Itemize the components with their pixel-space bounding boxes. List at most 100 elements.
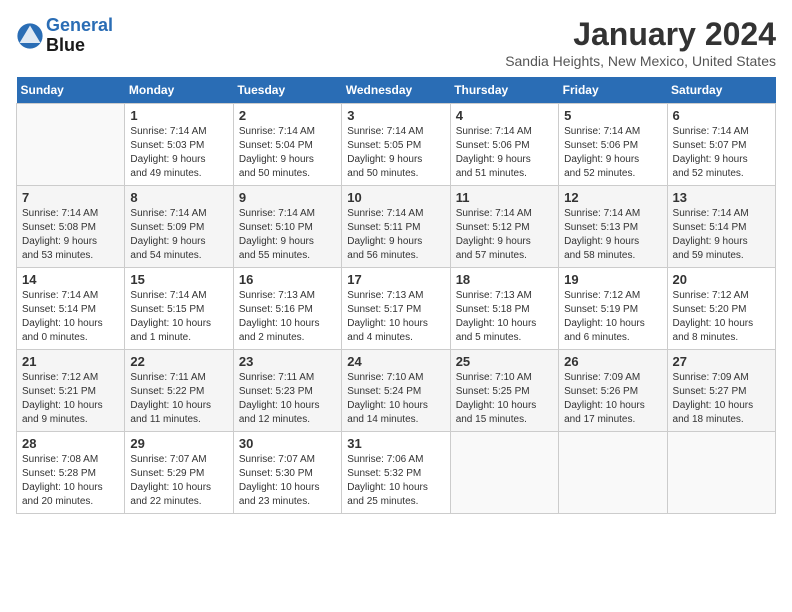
calendar-cell: 5 Sunrise: 7:14 AMSunset: 5:06 PMDaylight… — [559, 104, 667, 186]
day-info: Sunrise: 7:07 AMSunset: 5:29 PMDaylight:… — [130, 453, 227, 509]
day-number: 10 — [347, 190, 444, 205]
calendar-cell: 18 Sunrise: 7:13 AMSunset: 5:18 PMDayligh… — [450, 268, 558, 350]
day-number: 12 — [564, 190, 661, 205]
day-number: 6 — [673, 108, 770, 123]
calendar-cell: 25Sunrise: 7:10 AMSunset: 5:25 PMDayligh… — [450, 350, 558, 432]
calendar-cell: 30Sunrise: 7:07 AMSunset: 5:30 PMDayligh… — [233, 432, 341, 514]
day-number: 27 — [673, 354, 770, 369]
weekday-header: Sunday — [17, 77, 125, 104]
day-number: 22 — [130, 354, 227, 369]
day-number: 29 — [130, 436, 227, 451]
day-number: 8 — [130, 190, 227, 205]
day-number: 20 — [673, 272, 770, 287]
day-number: 13 — [673, 190, 770, 205]
calendar-cell: 27 Sunrise: 7:09 AMSunset: 5:27 PMDayligh… — [667, 350, 775, 432]
calendar-cell: 13 Sunrise: 7:14 AMSunset: 5:14 PMDayligh… — [667, 186, 775, 268]
calendar-cell: 10Sunrise: 7:14 AMSunset: 5:11 PMDayligh… — [342, 186, 450, 268]
calendar-week-row: 7 Sunrise: 7:14 AMSunset: 5:08 PMDaylight… — [17, 186, 776, 268]
day-info: Sunrise: 7:06 AMSunset: 5:32 PMDaylight:… — [347, 453, 444, 509]
calendar-body: 1 Sunrise: 7:14 AMSunset: 5:03 PMDaylight… — [17, 104, 776, 514]
day-number: 5 — [564, 108, 661, 123]
weekday-header: Monday — [125, 77, 233, 104]
day-info: Sunrise: 7:14 AMSunset: 5:03 PMDaylight:… — [130, 125, 227, 181]
day-number: 2 — [239, 108, 336, 123]
calendar-week-row: 14 Sunrise: 7:14 AMSunset: 5:14 PMDayligh… — [17, 268, 776, 350]
logo-icon — [16, 22, 44, 50]
day-info: Sunrise: 7:14 AMSunset: 5:10 PMDaylight:… — [239, 207, 336, 263]
day-number: 15 — [130, 272, 227, 287]
day-number: 23 — [239, 354, 336, 369]
day-number: 9 — [239, 190, 336, 205]
calendar-cell: 29 Sunrise: 7:07 AMSunset: 5:29 PMDayligh… — [125, 432, 233, 514]
day-info: Sunrise: 7:08 AMSunset: 5:28 PMDaylight:… — [22, 453, 119, 509]
day-info: Sunrise: 7:10 AMSunset: 5:24 PMDaylight:… — [347, 371, 444, 427]
calendar-cell: 6 Sunrise: 7:14 AMSunset: 5:07 PMDaylight… — [667, 104, 775, 186]
calendar-table: SundayMondayTuesdayWednesdayThursdayFrid… — [16, 77, 776, 514]
calendar-week-row: 21 Sunrise: 7:12 AMSunset: 5:21 PMDayligh… — [17, 350, 776, 432]
weekday-header: Tuesday — [233, 77, 341, 104]
day-number: 26 — [564, 354, 661, 369]
weekday-header: Wednesday — [342, 77, 450, 104]
calendar-cell: 28 Sunrise: 7:08 AMSunset: 5:28 PMDayligh… — [17, 432, 125, 514]
day-number: 24 — [347, 354, 444, 369]
calendar-cell: 31Sunrise: 7:06 AMSunset: 5:32 PMDayligh… — [342, 432, 450, 514]
day-number: 3 — [347, 108, 444, 123]
weekday-header-row: SundayMondayTuesdayWednesdayThursdayFrid… — [17, 77, 776, 104]
title-block: January 2024 Sandia Heights, New Mexico,… — [505, 16, 776, 69]
calendar-subtitle: Sandia Heights, New Mexico, United State… — [505, 53, 776, 69]
calendar-cell: 12Sunrise: 7:14 AMSunset: 5:13 PMDayligh… — [559, 186, 667, 268]
calendar-week-row: 28 Sunrise: 7:08 AMSunset: 5:28 PMDayligh… — [17, 432, 776, 514]
calendar-cell: 20Sunrise: 7:12 AMSunset: 5:20 PMDayligh… — [667, 268, 775, 350]
calendar-cell: 19 Sunrise: 7:12 AMSunset: 5:19 PMDayligh… — [559, 268, 667, 350]
calendar-cell: 22 Sunrise: 7:11 AMSunset: 5:22 PMDayligh… — [125, 350, 233, 432]
calendar-cell: 23Sunrise: 7:11 AMSunset: 5:23 PMDayligh… — [233, 350, 341, 432]
calendar-cell: 3 Sunrise: 7:14 AMSunset: 5:05 PMDaylight… — [342, 104, 450, 186]
weekday-header: Thursday — [450, 77, 558, 104]
day-info: Sunrise: 7:11 AMSunset: 5:22 PMDaylight:… — [130, 371, 227, 427]
day-number: 1 — [130, 108, 227, 123]
day-info: Sunrise: 7:13 AMSunset: 5:18 PMDaylight:… — [456, 289, 553, 345]
day-number: 14 — [22, 272, 119, 287]
day-info: Sunrise: 7:14 AMSunset: 5:15 PMDaylight:… — [130, 289, 227, 345]
calendar-cell: 11Sunrise: 7:14 AMSunset: 5:12 PMDayligh… — [450, 186, 558, 268]
calendar-cell: 1 Sunrise: 7:14 AMSunset: 5:03 PMDaylight… — [125, 104, 233, 186]
calendar-cell: 8 Sunrise: 7:14 AMSunset: 5:09 PMDaylight… — [125, 186, 233, 268]
calendar-title: January 2024 — [505, 16, 776, 53]
day-info: Sunrise: 7:14 AMSunset: 5:09 PMDaylight:… — [130, 207, 227, 263]
day-number: 18 — [456, 272, 553, 287]
calendar-cell: 4 Sunrise: 7:14 AMSunset: 5:06 PMDaylight… — [450, 104, 558, 186]
calendar-week-row: 1 Sunrise: 7:14 AMSunset: 5:03 PMDaylight… — [17, 104, 776, 186]
day-info: Sunrise: 7:14 AMSunset: 5:08 PMDaylight:… — [22, 207, 119, 263]
calendar-cell: 21 Sunrise: 7:12 AMSunset: 5:21 PMDayligh… — [17, 350, 125, 432]
day-number: 28 — [22, 436, 119, 451]
page-header: GeneralBlue January 2024 Sandia Heights,… — [16, 16, 776, 69]
calendar-cell: 26Sunrise: 7:09 AMSunset: 5:26 PMDayligh… — [559, 350, 667, 432]
logo: GeneralBlue — [16, 16, 113, 56]
day-info: Sunrise: 7:14 AMSunset: 5:06 PMDaylight:… — [456, 125, 553, 181]
day-info: Sunrise: 7:14 AMSunset: 5:05 PMDaylight:… — [347, 125, 444, 181]
day-info: Sunrise: 7:14 AMSunset: 5:14 PMDaylight:… — [673, 207, 770, 263]
calendar-cell — [17, 104, 125, 186]
day-number: 4 — [456, 108, 553, 123]
calendar-header: SundayMondayTuesdayWednesdayThursdayFrid… — [17, 77, 776, 104]
day-number: 11 — [456, 190, 553, 205]
calendar-cell: 24 Sunrise: 7:10 AMSunset: 5:24 PMDayligh… — [342, 350, 450, 432]
calendar-cell: 17Sunrise: 7:13 AMSunset: 5:17 PMDayligh… — [342, 268, 450, 350]
day-number: 21 — [22, 354, 119, 369]
calendar-cell: 14 Sunrise: 7:14 AMSunset: 5:14 PMDayligh… — [17, 268, 125, 350]
weekday-header: Friday — [559, 77, 667, 104]
calendar-cell: 16Sunrise: 7:13 AMSunset: 5:16 PMDayligh… — [233, 268, 341, 350]
calendar-cell: 2Sunrise: 7:14 AMSunset: 5:04 PMDaylight… — [233, 104, 341, 186]
calendar-cell: 9 Sunrise: 7:14 AMSunset: 5:10 PMDaylight… — [233, 186, 341, 268]
day-info: Sunrise: 7:12 AMSunset: 5:19 PMDaylight:… — [564, 289, 661, 345]
day-info: Sunrise: 7:14 AMSunset: 5:07 PMDaylight:… — [673, 125, 770, 181]
day-info: Sunrise: 7:07 AMSunset: 5:30 PMDaylight:… — [239, 453, 336, 509]
day-info: Sunrise: 7:14 AMSunset: 5:14 PMDaylight:… — [22, 289, 119, 345]
day-number: 7 — [22, 190, 119, 205]
day-info: Sunrise: 7:14 AMSunset: 5:06 PMDaylight:… — [564, 125, 661, 181]
day-info: Sunrise: 7:13 AMSunset: 5:17 PMDaylight:… — [347, 289, 444, 345]
day-info: Sunrise: 7:13 AMSunset: 5:16 PMDaylight:… — [239, 289, 336, 345]
day-info: Sunrise: 7:09 AMSunset: 5:27 PMDaylight:… — [673, 371, 770, 427]
day-info: Sunrise: 7:12 AMSunset: 5:21 PMDaylight:… — [22, 371, 119, 427]
day-number: 19 — [564, 272, 661, 287]
